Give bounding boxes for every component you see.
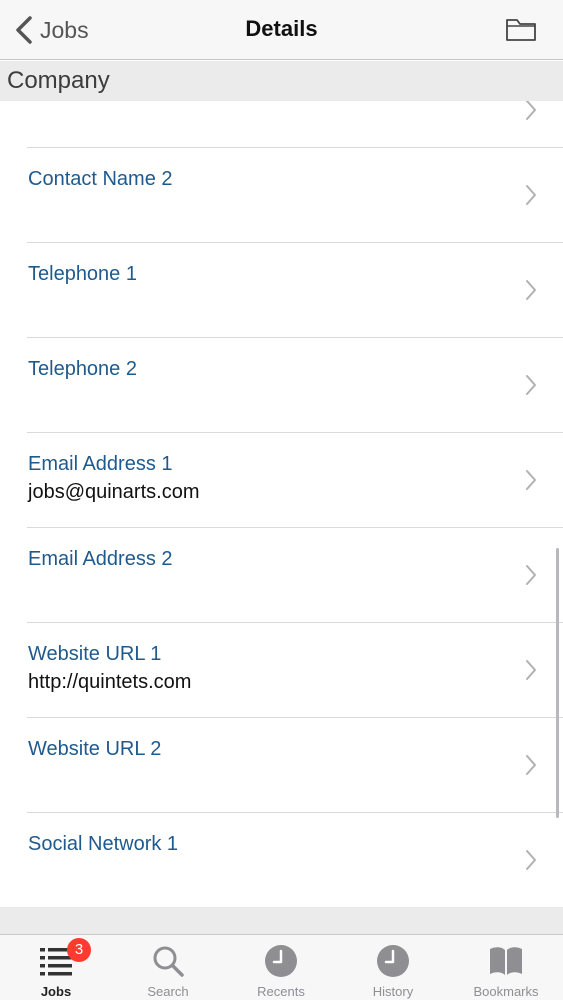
- chevron-right-icon: [526, 375, 536, 395]
- row-label: Contact Name 2: [28, 168, 173, 190]
- tab-bar: 3 Jobs Search Recents History Bookmarks: [0, 934, 563, 1000]
- list-row-website-url-1[interactable]: Website URL 1 http://quintets.com: [0, 623, 563, 718]
- tab-label: Search: [147, 984, 189, 999]
- search-icon: [153, 946, 184, 977]
- row-value: jobs@quinarts.com: [28, 481, 200, 503]
- chevron-right-icon: [526, 755, 536, 775]
- page-title: Details: [245, 16, 318, 41]
- list-footer-gap: [0, 907, 563, 934]
- section-title: Company: [7, 67, 110, 94]
- details-list: Contact Name 2 Telephone 1 Telephone 2 E…: [0, 101, 563, 907]
- row-label: Website URL 2: [28, 738, 162, 760]
- tab-jobs[interactable]: 3 Jobs: [0, 935, 112, 1000]
- row-label: Telephone 2: [28, 358, 137, 380]
- clock-icon: [265, 945, 297, 977]
- list-row-email-address-2[interactable]: Email Address 2: [0, 528, 563, 623]
- tab-bookmarks[interactable]: Bookmarks: [450, 935, 562, 1000]
- list-row-contact-name-2[interactable]: Contact Name 2: [0, 148, 563, 243]
- tab-search[interactable]: Search: [112, 935, 224, 1000]
- chevron-right-icon: [526, 185, 536, 205]
- row-label: Website URL 1: [28, 643, 162, 665]
- book-icon: [490, 947, 522, 975]
- chevron-right-icon: [526, 565, 536, 585]
- chevron-right-icon: [526, 101, 536, 120]
- row-label: Email Address 1: [28, 453, 173, 475]
- list-row-email-address-1[interactable]: Email Address 1 jobs@quinarts.com: [0, 433, 563, 528]
- list-row-social-network-1[interactable]: Social Network 1: [0, 813, 563, 907]
- row-value: http://quintets.com: [28, 671, 192, 693]
- tab-label: Bookmarks: [473, 984, 539, 999]
- section-header: Company: [0, 61, 563, 101]
- list-row-partial[interactable]: [0, 101, 563, 148]
- tab-history[interactable]: History: [337, 935, 449, 1000]
- row-label: Social Network 1: [28, 833, 179, 855]
- scroll-indicator[interactable]: [556, 548, 559, 818]
- list-row-telephone-2[interactable]: Telephone 2: [0, 338, 563, 433]
- tab-label: History: [372, 984, 414, 999]
- chevron-right-icon: [526, 660, 536, 680]
- badge-count: 3: [67, 938, 91, 962]
- chevron-right-icon: [526, 470, 536, 490]
- chevron-right-icon: [526, 850, 536, 870]
- list-row-telephone-1[interactable]: Telephone 1: [0, 243, 563, 338]
- chevron-right-icon: [526, 280, 536, 300]
- row-label: Email Address 2: [28, 548, 173, 570]
- row-label: Telephone 1: [28, 263, 137, 285]
- list-row-website-url-2[interactable]: Website URL 2: [0, 718, 563, 813]
- tab-recents[interactable]: Recents: [225, 935, 337, 1000]
- folder-icon[interactable]: [505, 16, 537, 42]
- tab-label: Jobs: [40, 984, 72, 999]
- clock-icon: [377, 945, 409, 977]
- tab-label: Recents: [257, 984, 305, 999]
- navigation-bar: Jobs Details: [0, 0, 563, 60]
